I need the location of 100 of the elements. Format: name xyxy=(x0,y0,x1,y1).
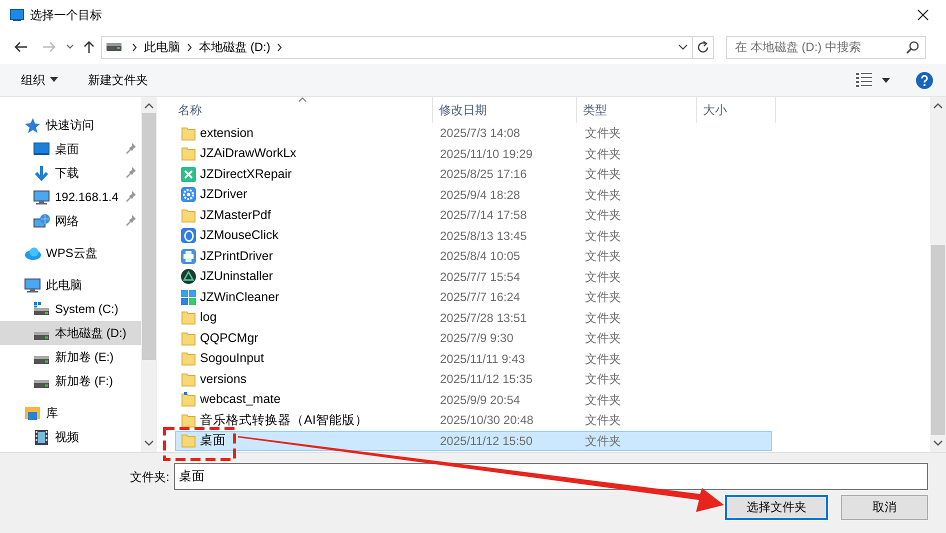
sidebar-item[interactable]: 192.168.1.4 xyxy=(0,185,141,209)
file-row[interactable]: JZMouseClick 2025/8/13 13:45 文件夹 xyxy=(175,226,772,246)
caret-icon xyxy=(50,77,58,82)
sidebar-item[interactable]: 新加卷 (F:) xyxy=(0,369,141,393)
scrollbar[interactable] xyxy=(930,97,946,452)
file-row[interactable]: versions 2025/11/12 15:35 文件夹 xyxy=(175,369,772,390)
file-type: 文件夹 xyxy=(584,146,622,161)
file-row[interactable]: JZWinCleaner 2025/7/7 16:24 文件夹 xyxy=(175,287,772,308)
file-type: 文件夹 xyxy=(584,188,622,202)
folder-label: 文件夹: xyxy=(130,470,170,484)
breadcrumb[interactable]: 此电脑 xyxy=(144,40,180,54)
organize-menu-button[interactable]: 组织 xyxy=(18,68,61,92)
sidebar-item[interactable]: 快速访问 xyxy=(0,113,141,137)
select-folder-button[interactable]: 选择文件夹 xyxy=(725,495,828,520)
folder-icon xyxy=(181,330,196,346)
sidebar-item[interactable]: 网络 xyxy=(0,209,141,233)
file-row[interactable]: SogouInput 2025/11/11 9:43 文件夹 xyxy=(175,348,772,369)
file-row[interactable]: JZDirectXRepair 2025/8/25 17:16 文件夹 xyxy=(175,164,772,184)
file-row[interactable]: JZAiDrawWorkLx 2025/11/10 19:29 文件夹 xyxy=(175,144,772,164)
scrollbar-thumb[interactable] xyxy=(931,245,945,435)
file-name: webcast_mate xyxy=(200,392,281,408)
folder-icon xyxy=(181,208,196,223)
back-button[interactable] xyxy=(14,41,28,53)
caret-icon xyxy=(882,78,890,82)
address-bar[interactable]: 此电脑 本地磁盘 (D:) xyxy=(101,36,693,58)
sidebar-item[interactable]: 桌面 xyxy=(0,137,141,161)
file-type: 文件夹 xyxy=(584,310,622,325)
scroll-up-icon xyxy=(933,103,943,109)
file-name: JZUninstaller xyxy=(200,269,273,284)
caret-icon xyxy=(66,44,74,50)
column-header[interactable]: 名称 xyxy=(157,97,433,123)
chevron-icon xyxy=(187,42,192,52)
column-header[interactable]: 修改日期 xyxy=(433,97,577,123)
star-icon xyxy=(24,116,41,134)
sidebar-item[interactable]: 此电脑 xyxy=(0,273,141,297)
file-name: JZMouseClick xyxy=(200,228,278,244)
scrollbar[interactable] xyxy=(141,97,157,452)
file-type: 文件夹 xyxy=(584,413,622,428)
dropdown-caret-icon xyxy=(678,44,688,50)
file-name: JZDriver xyxy=(200,187,248,202)
up-button[interactable] xyxy=(83,40,95,54)
forward-arrow-icon xyxy=(42,41,56,53)
monitor-icon xyxy=(33,188,50,206)
refresh-button[interactable] xyxy=(693,36,714,58)
mouse-app-icon xyxy=(181,228,196,244)
sidebar-item[interactable]: 下载 xyxy=(0,161,141,185)
modified-date: 2025/10/30 20:48 xyxy=(439,413,534,428)
library-icon xyxy=(24,404,41,422)
file-type: 文件夹 xyxy=(584,167,622,182)
folder-icon xyxy=(181,310,196,326)
help-icon xyxy=(916,72,933,88)
file-type: 文件夹 xyxy=(584,208,622,222)
file-row[interactable]: JZDriver 2025/9/4 18:28 文件夹 xyxy=(175,184,772,205)
file-row[interactable]: 音乐格式转换器（AI智能版） 2025/10/30 20:48 文件夹 xyxy=(175,410,772,430)
sidebar-item[interactable]: 库 xyxy=(0,401,141,425)
breadcrumb[interactable]: 本地磁盘 (D:) xyxy=(199,40,270,54)
modified-date: 2025/11/11 9:43 xyxy=(439,352,526,366)
folder-name-field[interactable]: 桌面 xyxy=(174,463,928,490)
column-header[interactable]: 大小 xyxy=(697,97,776,123)
file-row[interactable]: JZMasterPdf 2025/7/14 17:58 文件夹 xyxy=(175,205,772,226)
recycle-icon xyxy=(181,269,196,284)
file-type: 文件夹 xyxy=(584,434,622,448)
recent-locations-button[interactable] xyxy=(66,44,74,50)
search-field[interactable]: 在 本地磁盘 (D:) 中搜索 xyxy=(726,36,926,58)
modified-date: 2025/11/12 15:50 xyxy=(439,434,534,448)
file-type: 文件夹 xyxy=(584,372,622,386)
file-type: 文件夹 xyxy=(584,228,622,243)
file-name: 音乐格式转换器（AI智能版） xyxy=(200,412,368,428)
cancel-button[interactable]: 取消 xyxy=(841,495,928,520)
drive-icon xyxy=(34,332,49,340)
file-row[interactable]: log 2025/7/28 13:51 文件夹 xyxy=(175,308,772,328)
column-header[interactable]: 类型 xyxy=(577,97,697,123)
window-icon xyxy=(10,9,24,21)
file-row[interactable]: JZPrintDriver 2025/8/4 10:05 文件夹 xyxy=(175,246,772,266)
sidebar-item[interactable]: WPS云盘 xyxy=(0,241,141,265)
file-row[interactable]: extension 2025/7/3 14:08 文件夹 xyxy=(175,123,772,144)
sidebar-item[interactable]: System (C:) xyxy=(0,297,141,321)
file-type: 文件夹 xyxy=(584,290,622,304)
file-row[interactable]: webcast_mate 2025/9/9 20:54 文件夹 xyxy=(175,390,772,410)
network-icon xyxy=(33,212,50,230)
file-name: QQPCMgr xyxy=(200,330,258,346)
file-name: JZMasterPdf xyxy=(200,208,271,223)
printer-icon xyxy=(181,248,196,264)
sidebar-item[interactable]: 本地磁盘 (D:) xyxy=(0,321,141,345)
modified-date: 2025/11/10 19:29 xyxy=(439,146,534,161)
modified-date: 2025/7/28 13:51 xyxy=(439,310,528,325)
file-row[interactable]: JZUninstaller 2025/7/7 15:54 文件夹 xyxy=(175,266,772,287)
new-folder-button[interactable]: 新建文件夹 xyxy=(85,68,151,92)
scrollbar-thumb[interactable] xyxy=(142,113,156,360)
sidebar-item[interactable]: 视频 xyxy=(0,425,141,449)
file-row[interactable]: 桌面 2025/11/12 15:50 文件夹 xyxy=(175,430,772,451)
scroll-down-icon xyxy=(144,440,154,446)
folder-icon xyxy=(181,146,196,162)
windows-logo-icon xyxy=(181,290,196,305)
sidebar-item[interactable]: 新加卷 (E:) xyxy=(0,345,141,369)
file-name: JZDirectXRepair xyxy=(200,166,292,182)
sort-ascending-icon[interactable] xyxy=(298,97,307,102)
refresh-icon xyxy=(697,40,709,54)
file-row[interactable]: QQPCMgr 2025/7/9 9:30 文件夹 xyxy=(175,328,772,348)
view-list-icon xyxy=(856,73,872,87)
